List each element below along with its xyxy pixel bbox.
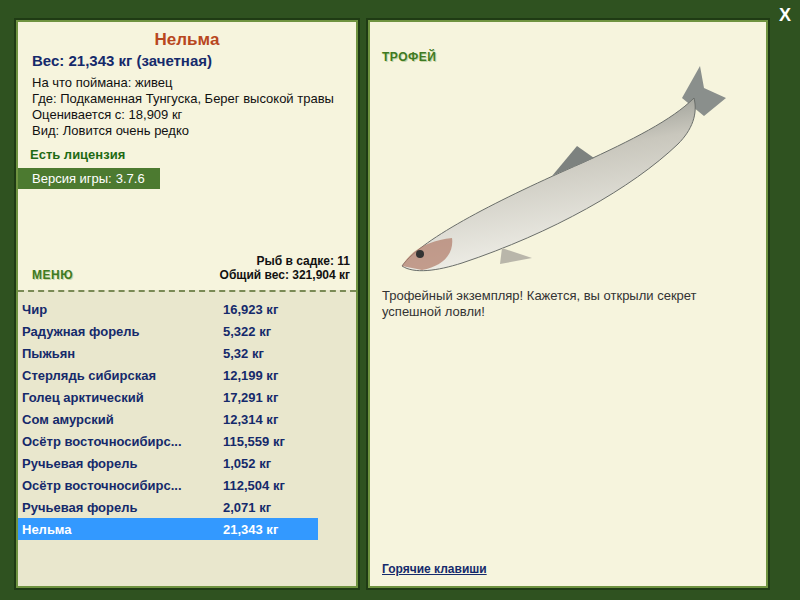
catch-weight: 2,071 кг bbox=[223, 500, 271, 515]
fish-weight: Вес: 21,343 кг (зачетная) bbox=[18, 52, 356, 69]
catch-row[interactable]: Стерлядь сибирская12,199 кг bbox=[18, 364, 318, 386]
catch-row[interactable]: Ручьевая форель1,052 кг bbox=[18, 452, 318, 474]
catch-name: Осётр восточносибирс... bbox=[22, 478, 223, 493]
catch-weight: 12,314 кг bbox=[223, 412, 278, 427]
version-label: Версия игры: bbox=[32, 171, 112, 186]
catch-name: Пыжьян bbox=[22, 346, 223, 361]
catch-name: Голец арктический bbox=[22, 390, 223, 405]
fish-detail: На что поймана: живец bbox=[18, 75, 356, 91]
catch-row[interactable]: Сом амурский12,314 кг bbox=[18, 408, 318, 430]
catch-weight: 5,32 кг bbox=[223, 346, 264, 361]
menu-button[interactable]: МЕНЮ bbox=[32, 268, 73, 282]
close-button[interactable]: X bbox=[779, 5, 791, 26]
catch-name: Сом амурский bbox=[22, 412, 223, 427]
catch-name: Ручьевая форель bbox=[22, 500, 223, 515]
total-weight: Общий вес: 321,904 кг bbox=[220, 268, 350, 282]
catch-row[interactable]: Осётр восточносибирс...115,559 кг bbox=[18, 430, 318, 452]
version-bar: Версия игры: 3.7.6 bbox=[18, 168, 160, 189]
catch-row[interactable]: Осётр восточносибирс...112,504 кг bbox=[18, 474, 318, 496]
trophy-label: ТРОФЕЙ bbox=[382, 50, 754, 64]
version-number: 3.7.6 bbox=[116, 171, 145, 186]
fish-count: Рыб в садке: 11 bbox=[220, 254, 350, 268]
catch-weight: 1,052 кг bbox=[223, 456, 271, 471]
catch-name: Стерлядь сибирская bbox=[22, 368, 223, 383]
catch-weight: 17,291 кг bbox=[223, 390, 278, 405]
catch-row[interactable]: Ручьевая форель2,071 кг bbox=[18, 496, 318, 518]
catch-row[interactable]: Голец арктический17,291 кг bbox=[18, 386, 318, 408]
trophy-panel: ТРОФЕЙ Трофейный экземпляр! Кажется, вы о… bbox=[368, 20, 768, 588]
catch-row[interactable]: Радужная форель5,322 кг bbox=[18, 320, 318, 342]
fish-info-panel: Нельма Вес: 21,343 кг (зачетная) На что по… bbox=[16, 20, 358, 588]
catch-name: Радужная форель bbox=[22, 324, 223, 339]
catch-name: Ручьевая форель bbox=[22, 456, 223, 471]
catch-weight: 5,322 кг bbox=[223, 324, 271, 339]
catch-row[interactable]: Чир16,923 кг bbox=[18, 298, 318, 320]
fish-name: Нельма bbox=[18, 30, 356, 50]
catch-weight: 115,559 кг bbox=[223, 434, 285, 449]
fish-summary: Нельма Вес: 21,343 кг (зачетная) На что по… bbox=[18, 22, 356, 290]
license-status: Есть лицензия bbox=[18, 147, 356, 162]
catch-row[interactable]: Пыжьян5,32 кг bbox=[18, 342, 318, 364]
catch-totals: Рыб в садке: 11Общий вес: 321,904 кг bbox=[220, 254, 350, 282]
catch-name: Нельма bbox=[22, 522, 223, 537]
hotkeys-link[interactable]: Горячие клавиши bbox=[382, 562, 754, 576]
catch-weight: 16,923 кг bbox=[223, 302, 278, 317]
fish-detail: Оценивается с: 18,909 кг bbox=[18, 107, 356, 123]
catch-weight: 21,343 кг bbox=[223, 522, 278, 537]
catch-list: Чир16,923 кгРадужная форель5,322 кгПыжья… bbox=[18, 290, 356, 586]
catch-row[interactable]: Нельма21,343 кг bbox=[18, 518, 318, 540]
fish-detail: Где: Подкаменная Тунгуска, Берег высокой… bbox=[18, 91, 356, 107]
catch-name: Осётр восточносибирс... bbox=[22, 434, 223, 449]
trophy-message: Трофейный экземпляр! Кажется, вы открыли… bbox=[382, 288, 754, 320]
fish-picture bbox=[382, 58, 742, 278]
catch-weight: 12,199 кг bbox=[223, 368, 278, 383]
menu-row: МЕНЮ Рыб в садке: 11Общий вес: 321,904 кг bbox=[18, 254, 356, 290]
fish-detail: Вид: Ловится очень редко bbox=[18, 123, 356, 139]
catch-name: Чир bbox=[22, 302, 223, 317]
catch-weight: 112,504 кг bbox=[223, 478, 285, 493]
